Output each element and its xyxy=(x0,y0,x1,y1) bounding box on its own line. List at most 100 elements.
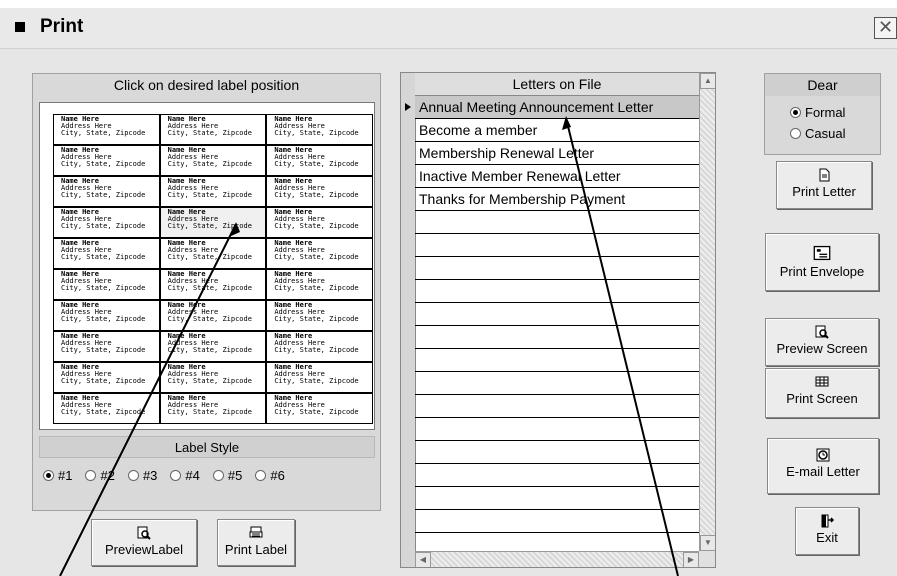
label-position-cell[interactable]: Name Here Address Here City, State, Zipcod… xyxy=(53,393,160,424)
label-cell-line: City, State, Zipcode xyxy=(274,160,359,168)
label-cell-line: City, State, Zipcode xyxy=(61,129,146,137)
label-position-cell[interactable]: Name Here Address Here City, State, Zipcod… xyxy=(53,331,160,362)
exit-text: Exit xyxy=(816,530,838,545)
scroll-left-arrow-icon[interactable]: ◀ xyxy=(415,552,431,567)
label-position-cell[interactable]: Name Here Address Here City, State, Zipcod… xyxy=(53,300,160,331)
radio-dot-icon xyxy=(790,128,801,139)
label-style-option[interactable]: #4 xyxy=(170,468,200,483)
label-position-cell[interactable]: Name Here Address Here City, State, Zipcod… xyxy=(266,300,373,331)
label-position-cell[interactable]: Name Here Address Here City, State, Zipcod… xyxy=(266,114,373,145)
dear-formal-option[interactable]: Formal xyxy=(790,105,845,120)
label-position-cell[interactable]: Name Here Address Here City, State, Zipcod… xyxy=(159,238,267,269)
print-envelope-text: Print Envelope xyxy=(779,264,865,279)
radio-dot-icon xyxy=(85,470,97,481)
label-position-cell[interactable]: Name Here Address Here City, State, Zipcod… xyxy=(266,362,373,393)
letter-row[interactable] xyxy=(415,441,699,464)
exit-button[interactable]: Exit xyxy=(795,507,859,555)
print-letter-button[interactable]: Print Letter xyxy=(776,161,872,209)
label-cell-line: City, State, Zipcode xyxy=(61,222,146,230)
label-position-cell[interactable]: Name Here Address Here City, State, Zipcod… xyxy=(159,176,267,207)
label-style-text: #4 xyxy=(185,468,200,483)
label-position-cell[interactable]: Name Here Address Here City, State, Zipcod… xyxy=(159,331,267,362)
label-position-cell[interactable]: Name Here Address Here City, State, Zipcod… xyxy=(53,238,160,269)
letter-row[interactable]: Membership Renewal Letter xyxy=(415,142,699,165)
label-position-cell[interactable]: Name Here Address Here City, State, Zipcod… xyxy=(159,269,267,300)
label-cell-line: City, State, Zipcode xyxy=(274,315,359,323)
label-style-option[interactable]: #5 xyxy=(212,468,243,483)
letter-row[interactable] xyxy=(415,349,699,372)
label-position-cell[interactable]: Name Here Address Here City, State, Zipcod… xyxy=(159,114,267,145)
label-style-options: #1 #2 #3 #4 #5 #6 xyxy=(43,468,373,483)
letter-row[interactable] xyxy=(415,257,699,280)
letter-row[interactable] xyxy=(415,372,699,395)
letter-row[interactable] xyxy=(415,464,699,487)
preview-screen-button[interactable]: Preview Screen xyxy=(765,318,879,366)
label-position-cell[interactable]: Name Here Address Here City, State, Zipcod… xyxy=(53,114,160,145)
label-position-cell[interactable]: Name Here Address Here City, State, Zipcod… xyxy=(266,331,373,362)
label-position-cell[interactable]: Name Here Address Here City, State, Zipcod… xyxy=(159,362,267,393)
preview-label-button[interactable]: PreviewLabel xyxy=(91,519,197,566)
label-style-option[interactable]: #2 xyxy=(85,468,115,483)
label-position-cell[interactable]: Name Here Address Here City, State, Zipcod… xyxy=(266,238,373,269)
label-position-panel: Click on desired label position Name Her… xyxy=(32,73,381,511)
label-style-text: #6 xyxy=(270,468,285,483)
label-style-text: #5 xyxy=(227,468,243,483)
letter-row[interactable]: Inactive Member Renewal Letter xyxy=(415,165,699,188)
email-letter-text: E-mail Letter xyxy=(786,464,860,479)
horizontal-scrollbar[interactable]: ◀ ▶ xyxy=(415,551,699,567)
label-position-cell[interactable]: Name Here Address Here City, State, Zipcod… xyxy=(53,362,160,393)
letter-row[interactable]: Annual Meeting Announcement Letter xyxy=(415,96,699,119)
label-style-heading: Label Style xyxy=(39,436,375,458)
label-position-cell[interactable]: Name Here Address Here City, State, Zipcod… xyxy=(266,393,373,424)
exit-door-icon xyxy=(821,514,834,528)
vertical-scrollbar[interactable]: ▲ ▼ xyxy=(699,73,715,551)
letter-row[interactable] xyxy=(415,326,699,349)
label-position-cell[interactable]: Name Here Address Here City, State, Zipcod… xyxy=(53,207,160,238)
label-position-cell[interactable]: Name Here Address Here City, State, Zipcod… xyxy=(159,207,267,238)
letter-row[interactable] xyxy=(415,487,699,510)
close-button[interactable]: ✕ xyxy=(874,17,897,39)
dear-casual-option[interactable]: Casual xyxy=(790,126,845,141)
letter-row[interactable] xyxy=(415,395,699,418)
label-cell-line: City, State, Zipcode xyxy=(167,160,252,168)
label-position-cell[interactable]: Name Here Address Here City, State, Zipcod… xyxy=(53,269,160,300)
print-screen-button[interactable]: Print Screen xyxy=(765,368,879,418)
scroll-up-arrow-icon[interactable]: ▲ xyxy=(700,73,715,89)
scroll-right-arrow-icon[interactable]: ▶ xyxy=(683,552,699,567)
label-position-cell[interactable]: Name Here Address Here City, State, Zipcod… xyxy=(266,207,373,238)
label-style-option[interactable]: #3 xyxy=(127,468,157,483)
label-position-cell[interactable]: Name Here Address Here City, State, Zipcod… xyxy=(53,176,160,207)
scroll-down-arrow-icon[interactable]: ▼ xyxy=(700,535,715,551)
label-position-cell[interactable]: Name Here Address Here City, State, Zipcod… xyxy=(266,176,373,207)
label-position-cell[interactable]: Name Here Address Here City, State, Zipcod… xyxy=(159,145,267,176)
email-letter-button[interactable]: E-mail Letter xyxy=(767,438,879,494)
label-sheet: Name Here Address Here City, State, Zipcod… xyxy=(39,102,375,430)
radio-dot-icon xyxy=(255,470,267,481)
window-menu-icon[interactable] xyxy=(15,22,25,32)
letter-row[interactable] xyxy=(415,234,699,257)
letter-row[interactable]: Become a member xyxy=(415,119,699,142)
preview-label-text: PreviewLabel xyxy=(104,542,184,557)
letter-row[interactable] xyxy=(415,418,699,441)
label-cell-line: City, State, Zipcode xyxy=(274,346,359,354)
label-position-cell[interactable]: Name Here Address Here City, State, Zipcod… xyxy=(266,145,373,176)
label-cell-line: City, State, Zipcode xyxy=(167,284,252,292)
label-cell-line: City, State, Zipcode xyxy=(61,408,146,416)
label-style-option[interactable]: #6 xyxy=(255,468,285,483)
label-position-cell[interactable]: Name Here Address Here City, State, Zipcod… xyxy=(159,393,267,424)
letters-column-header[interactable]: Letters on File xyxy=(415,73,699,96)
label-position-cell[interactable]: Name Here Address Here City, State, Zipcod… xyxy=(53,145,160,176)
radio-dot-icon xyxy=(790,107,801,118)
label-position-cell[interactable]: Name Here Address Here City, State, Zipcod… xyxy=(159,300,267,331)
print-envelope-button[interactable]: Print Envelope xyxy=(765,233,879,291)
label-style-option[interactable]: #1 xyxy=(43,468,72,483)
label-style-text: #2 xyxy=(100,468,115,483)
letter-row[interactable] xyxy=(415,280,699,303)
window-title: Print xyxy=(40,16,84,37)
letter-row[interactable] xyxy=(415,303,699,326)
print-label-button[interactable]: Print Label xyxy=(217,519,295,566)
label-position-cell[interactable]: Name Here Address Here City, State, Zipcod… xyxy=(266,269,373,300)
letter-row[interactable]: Thanks for Membership Payment xyxy=(415,188,699,211)
letter-row[interactable] xyxy=(415,211,699,234)
letter-row[interactable] xyxy=(415,510,699,533)
